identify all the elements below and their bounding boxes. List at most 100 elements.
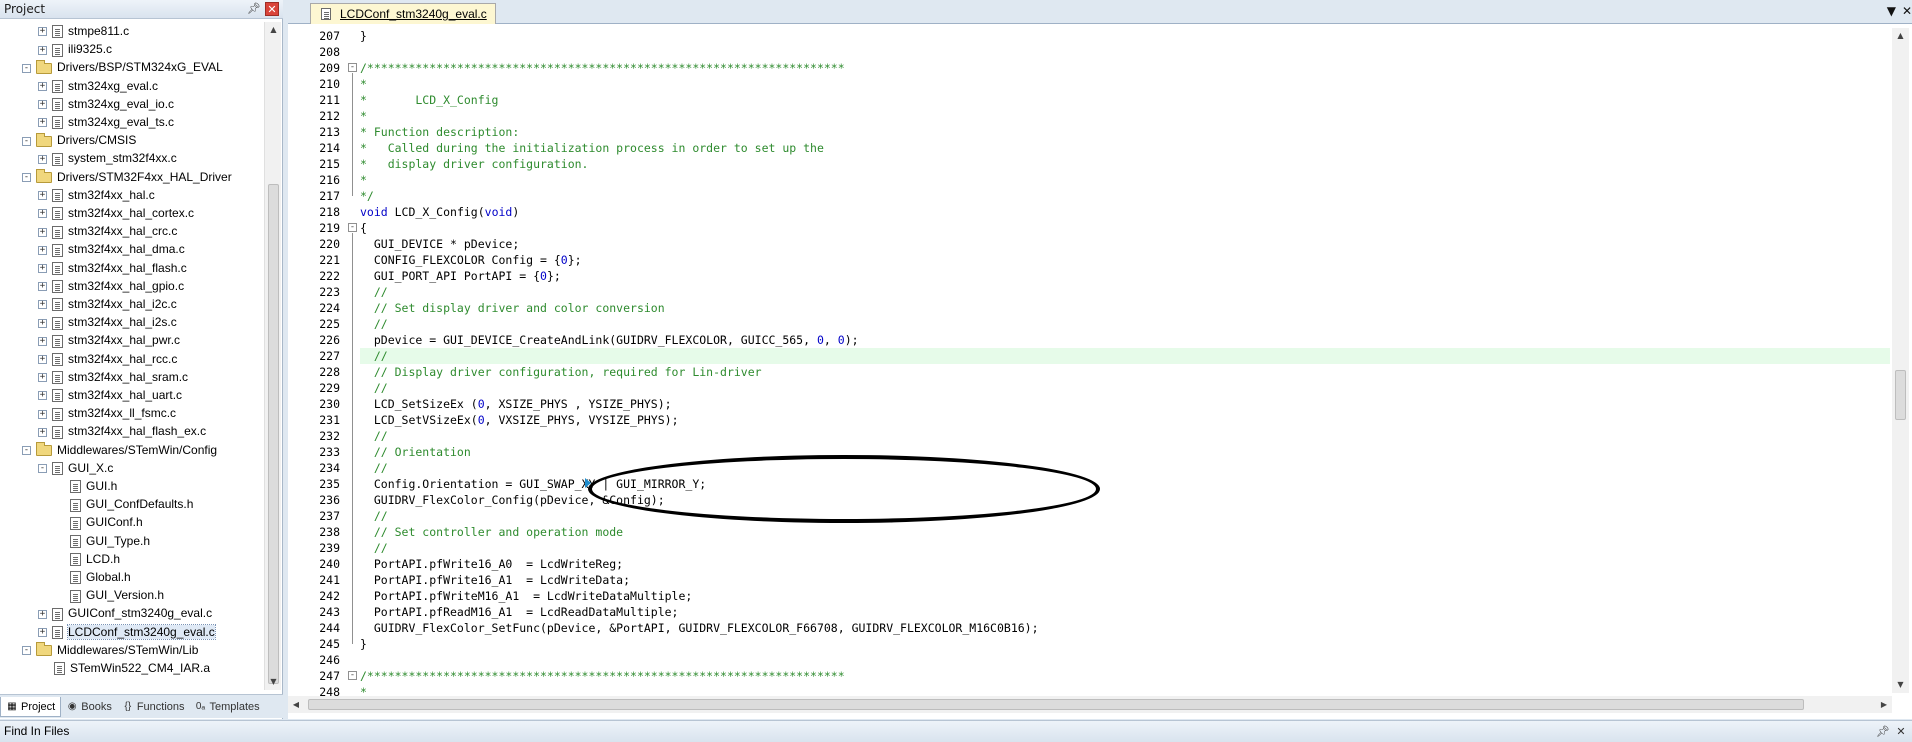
expand-icon[interactable]: +	[38, 45, 47, 55]
tree-file[interactable]: + LCDConf_stm3240g_eval.c	[38, 623, 216, 641]
scroll-down-icon[interactable]: ▼	[265, 674, 282, 690]
fold-collapse-icon[interactable]: -	[348, 63, 357, 72]
expand-icon[interactable]: +	[38, 227, 47, 237]
collapse-icon[interactable]: -	[22, 136, 31, 146]
tree-folder[interactable]: - Drivers/CMSIS	[22, 131, 136, 149]
scroll-down-icon[interactable]: ▼	[1892, 677, 1909, 693]
editor-vertical-scrollbar[interactable]: ▲ ▼	[1892, 28, 1909, 693]
code-text: CONFIG_FLEXCOLOR Config = {	[360, 253, 561, 267]
scrollbar-thumb[interactable]	[1895, 370, 1906, 420]
expand-icon[interactable]: +	[38, 100, 47, 110]
tree-file[interactable]: GUI_Version.h	[54, 586, 164, 604]
tree-file[interactable]: + stm32f4xx_hal_flash.c	[38, 259, 187, 277]
collapse-icon[interactable]: -	[22, 172, 31, 182]
pin-icon[interactable]: 📌︎	[247, 2, 261, 16]
tab-books[interactable]: ◉ Books	[61, 697, 117, 717]
expand-icon[interactable]: +	[38, 391, 47, 401]
tree-file[interactable]: + stm32f4xx_hal_rcc.c	[38, 350, 177, 368]
fold-collapse-icon[interactable]: -	[348, 223, 357, 232]
tab-project[interactable]: ▦ Project	[0, 697, 62, 717]
expand-icon[interactable]: +	[38, 300, 47, 310]
tree-file[interactable]: + stm32f4xx_ll_fsmc.c	[38, 404, 176, 422]
expand-icon[interactable]: +	[38, 373, 47, 383]
tree-file[interactable]: + stm32f4xx_hal_i2c.c	[38, 295, 177, 313]
collapse-icon[interactable]: -	[38, 464, 47, 474]
expand-icon[interactable]: +	[38, 27, 47, 37]
tree-file[interactable]: + stm32f4xx_hal_crc.c	[38, 222, 177, 240]
expand-icon[interactable]: +	[38, 282, 47, 292]
fold-collapse-icon[interactable]: -	[348, 671, 357, 680]
collapse-icon[interactable]: -	[22, 646, 31, 656]
tree-file[interactable]: LCD.h	[54, 550, 120, 568]
tree-file[interactable]: + stm32f4xx_hal_flash_ex.c	[38, 422, 206, 440]
tree-file[interactable]: + stm324xg_eval_ts.c	[38, 113, 174, 131]
close-icon[interactable]: ✕	[265, 2, 279, 16]
expand-icon[interactable]: +	[38, 427, 47, 437]
line-number: 220	[319, 237, 340, 251]
expand-icon[interactable]: +	[38, 318, 47, 328]
tree-folder[interactable]: - Middlewares/STemWin/Lib	[22, 641, 198, 659]
editor-horizontal-scrollbar[interactable]: ◀ ▶	[288, 696, 1892, 713]
expand-icon[interactable]: +	[38, 191, 47, 201]
tree-file[interactable]: + stm324xg_eval.c	[38, 77, 158, 95]
expand-icon[interactable]: +	[38, 263, 47, 273]
tab-functions[interactable]: {} Functions	[117, 697, 190, 717]
tree-file[interactable]: + ili9325.c	[38, 40, 112, 58]
expand-icon[interactable]: +	[38, 354, 47, 364]
tree-file[interactable]: GUI_ConfDefaults.h	[54, 495, 193, 513]
tree-file[interactable]: + stm32f4xx_hal.c	[38, 186, 155, 204]
expand-icon[interactable]: +	[38, 245, 47, 255]
collapse-icon[interactable]: -	[22, 63, 31, 73]
expand-icon[interactable]: +	[38, 609, 47, 619]
tree-file[interactable]: STemWin522_CM4_IAR.a	[38, 659, 210, 677]
expand-icon[interactable]: +	[38, 154, 47, 164]
close-tab-icon[interactable]: ✕	[1902, 4, 1912, 18]
tree-file[interactable]: + system_stm32f4xx.c	[38, 149, 177, 167]
tree-file[interactable]: GUIConf.h	[54, 513, 143, 531]
tree-file[interactable]: GUI.h	[54, 477, 117, 495]
tree-file[interactable]: + stm32f4xx_hal_i2s.c	[38, 313, 177, 331]
tree-item-label: stm32f4xx_hal.c	[68, 187, 155, 202]
expand-icon[interactable]: +	[38, 336, 47, 346]
tree-file[interactable]: + stm32f4xx_hal_uart.c	[38, 386, 182, 404]
scroll-up-icon[interactable]: ▲	[1892, 28, 1909, 44]
tree-folder[interactable]: - Middlewares/STemWin/Config	[22, 441, 217, 459]
scroll-right-icon[interactable]: ▶	[1876, 696, 1892, 713]
project-tree-scrollbar[interactable]: ▲ ▼	[264, 22, 281, 690]
tree-file[interactable]: + stm32f4xx_hal_cortex.c	[38, 204, 194, 222]
pin-icon[interactable]: 📌︎	[1876, 725, 1890, 739]
expand-icon[interactable]: +	[38, 81, 47, 91]
collapse-icon[interactable]: -	[22, 445, 31, 455]
expand-icon[interactable]: +	[38, 209, 47, 219]
current-line-marker-icon	[585, 478, 591, 488]
scroll-left-icon[interactable]: ◀	[288, 696, 304, 713]
tree-file[interactable]: + GUIConf_stm3240g_eval.c	[38, 604, 212, 622]
tree-file[interactable]: + stm32f4xx_hal_dma.c	[38, 240, 185, 258]
tree-file[interactable]: + stm32f4xx_hal_sram.c	[38, 368, 188, 386]
find-in-files-panel[interactable]: Find In Files 📌︎ ✕	[0, 720, 1912, 742]
tab-list-dropdown-icon[interactable]: ▼	[1887, 4, 1896, 18]
tree-file[interactable]: GUI_Type.h	[54, 532, 150, 550]
scroll-up-icon[interactable]: ▲	[265, 22, 282, 38]
line-number: 242	[319, 589, 340, 603]
code-area[interactable]: } /**************************************…	[360, 28, 1892, 693]
close-icon[interactable]: ✕	[1894, 725, 1908, 739]
scrollbar-thumb[interactable]	[268, 184, 279, 684]
tab-lcdconf-stm3240g-eval[interactable]: LCDConf_stm3240g_eval.c	[310, 3, 496, 24]
tab-templates[interactable]: 0ₐ Templates	[190, 697, 265, 717]
scrollbar-thumb[interactable]	[308, 699, 1804, 710]
tree-file[interactable]: Global.h	[54, 568, 131, 586]
file-icon	[52, 189, 63, 203]
expand-icon[interactable]: +	[38, 409, 47, 419]
tree-file[interactable]: + stm32f4xx_hal_gpio.c	[38, 277, 184, 295]
tree-folder[interactable]: - Drivers/STM32F4xx_HAL_Driver	[22, 168, 232, 186]
code-text: GUI_PORT_API PortAPI = {	[360, 269, 541, 283]
tree-file[interactable]: - GUI_X.c	[38, 459, 113, 477]
tree-file[interactable]: + stm32f4xx_hal_pwr.c	[38, 331, 180, 349]
tree-file[interactable]: + stmpe811.c	[38, 22, 129, 40]
expand-icon[interactable]: +	[38, 118, 47, 128]
tree-folder[interactable]: - Drivers/BSP/STM324xG_EVAL	[22, 58, 223, 76]
expand-icon[interactable]: +	[38, 627, 47, 637]
code-text: PortAPI.pfWrite16_A0 = LcdWriteReg;	[360, 557, 624, 571]
tree-file[interactable]: + stm324xg_eval_io.c	[38, 95, 174, 113]
